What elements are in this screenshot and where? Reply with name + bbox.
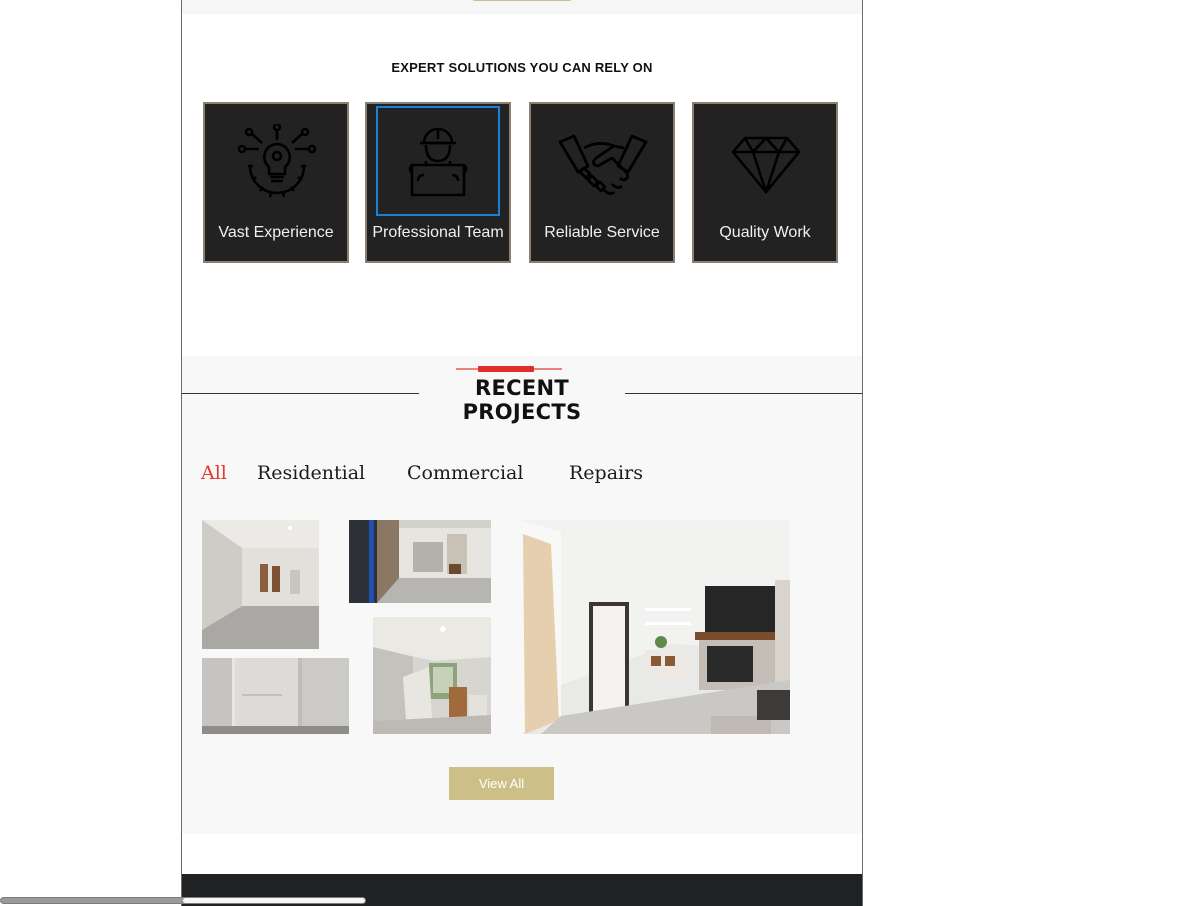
feature-card-vast-experience[interactable]: Vast Experience	[203, 102, 349, 263]
filter-tab-repairs[interactable]: Repairs	[569, 462, 643, 484]
feature-card-reliable-service[interactable]: Reliable Service	[529, 102, 675, 263]
lightbulb-gear-icon	[231, 114, 323, 214]
filter-tab-all[interactable]: All	[201, 462, 227, 484]
previous-section-strip	[182, 0, 862, 14]
feature-label: Professional Team	[372, 224, 504, 241]
feature-card-quality-work[interactable]: Quality Work	[692, 102, 838, 263]
filter-tab-residential[interactable]: Residential	[257, 462, 365, 484]
diamond-icon	[720, 114, 812, 214]
handshake-icon	[557, 114, 649, 214]
heading-accent-bar	[478, 366, 534, 372]
horizontal-scrollbar[interactable]	[0, 897, 366, 904]
feature-card-professional-team[interactable]: Professional Team	[365, 102, 511, 263]
features-title: EXPERT SOLUTIONS YOU CAN RELY ON	[391, 60, 653, 75]
feature-label: Reliable Service	[544, 224, 660, 241]
project-filter-tabs: All Residential Commercial Repairs	[182, 462, 862, 492]
feature-label: Quality Work	[719, 224, 811, 241]
view-all-button[interactable]: View All	[449, 767, 554, 800]
scrollbar-thumb[interactable]	[183, 898, 365, 903]
project-photo[interactable]	[373, 617, 491, 734]
project-photo[interactable]	[202, 520, 319, 649]
section-heading: RECENT PROJECTS	[462, 376, 582, 424]
recent-projects-section: RECENT PROJECTS All Residential Commerci…	[182, 356, 862, 834]
worker-blueprint-icon	[376, 106, 500, 216]
feature-label: Vast Experience	[218, 224, 334, 241]
page-container: EXPERT SOLUTIONS YOU CAN RELY ON Vast Ex…	[181, 0, 863, 906]
filter-tab-commercial[interactable]: Commercial	[407, 462, 523, 484]
project-photo[interactable]	[521, 520, 790, 734]
project-photo[interactable]	[202, 658, 349, 734]
previous-section-button-edge[interactable]	[471, 0, 573, 1]
project-photo[interactable]	[349, 520, 491, 603]
